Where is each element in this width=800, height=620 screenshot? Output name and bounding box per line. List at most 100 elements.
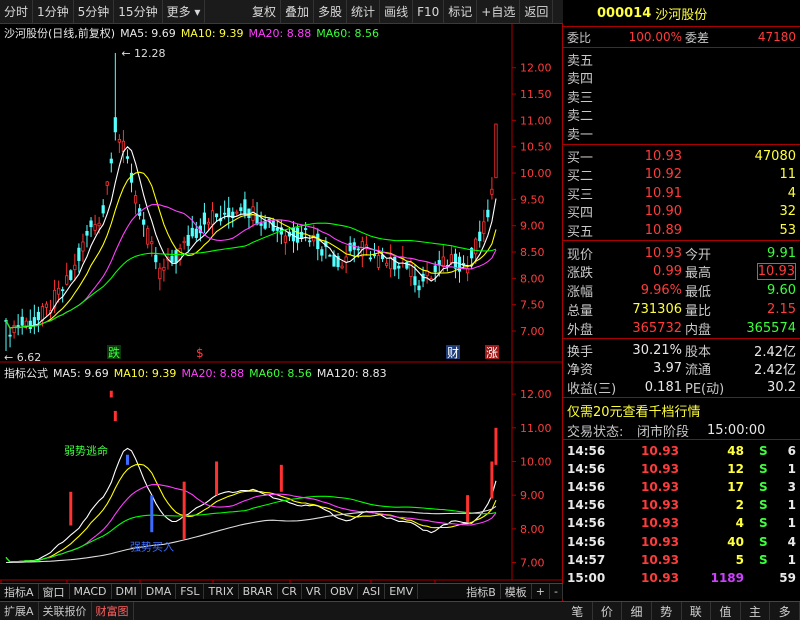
event-marker-3[interactable]: 涨 [486,345,498,360]
candle-body [93,224,97,231]
indicator-tab-3[interactable]: DMI [112,584,142,599]
indicator-tab-2[interactable]: MACD [70,584,112,599]
y-tick-main-0: 12.00 [520,62,552,75]
main-legend: 沙河股份(日线,前复权) MA5: 9.69 MA10: 9.39 MA20: … [4,24,384,42]
candle-body [125,156,130,159]
panel-icon-7[interactable]: 多 [770,602,800,620]
panel-icon-5[interactable]: 值 [711,602,741,620]
chart-area[interactable]: 12.00 11.50 11.00 10.50 10.00 9.50 9.00 8.50 8.0… [0,24,563,602]
event-marker-0[interactable]: 跌 [108,345,120,360]
candle-body [117,138,121,143]
candle-body [57,287,61,295]
indicator-tab-5[interactable]: FSL [176,584,205,599]
panel-icon-4[interactable]: 联 [682,602,712,620]
toolbar-btn-2[interactable]: 5分钟 [74,0,115,23]
candle-body [61,289,65,292]
toolbar-tool-8[interactable]: 返回 [520,0,554,23]
indicator-tab-13[interactable]: 指标B [462,584,501,599]
candle-body [413,276,417,286]
tick-row-0: 14:56 10.93 48 S 6 [567,444,796,458]
indicator-tab-7[interactable]: BRAR [239,584,278,599]
candle-body [109,158,113,164]
toolbar-tool-1[interactable]: 叠加 [281,0,315,23]
candles [4,52,498,352]
y-tick-main-3: 10.50 [520,141,552,154]
indicator-tab-14[interactable]: 模板 [501,584,532,599]
status-left-2[interactable]: 财富图 [92,602,134,620]
tick-row-6: 14:57 10.93 5 S 1 [567,552,796,567]
indicator-tab-4[interactable]: DMA [142,584,177,599]
toolbar-btn-3[interactable]: 15分钟 [114,0,163,23]
y-tick-ind-3: 9.00 [520,489,545,502]
indicator-tab-0[interactable]: 指标A [0,584,39,599]
status-left-0[interactable]: 扩展A [0,602,39,620]
signal-bar [494,427,498,465]
indicator-tab-15[interactable]: + [532,584,551,599]
indicator-tab-8[interactable]: CR [278,584,302,599]
toolbar-tool-6[interactable]: 标记 [444,0,478,23]
candle-body [77,247,81,261]
indicator-title[interactable]: 指标公式 [4,365,48,381]
y-tick-main-10: 7.00 [520,325,545,338]
high-label: ← 12.28 [121,47,165,60]
candle-body [275,227,279,231]
event-marker-2[interactable]: 财 [447,346,459,360]
signal-bar [466,495,470,523]
toolbar-tool-5[interactable]: F10 [413,0,445,23]
panel-icon-6[interactable]: 主 [741,602,771,620]
buy-row-1: 买二 10.92 11 [567,167,796,184]
panel-icon-2[interactable]: 细 [622,602,652,620]
y-tick-main-6: 9.00 [520,220,545,233]
toolbar-btn-1[interactable]: 1分钟 [33,0,74,23]
weibi-row: 委比 100.00% 委差 47180 [567,30,796,45]
signal-bar [125,454,129,465]
candle-body [474,238,478,255]
candle-body [101,205,105,214]
indicator-tab-9[interactable]: VR [302,584,327,599]
candle-body [304,228,308,230]
toolbar-btn-4[interactable]: 更多 ▾ [163,0,206,23]
candle-body [494,123,498,179]
toolbar-tool-2[interactable]: 多股 [314,0,348,23]
kline-chart[interactable]: 12.00 11.50 11.00 10.50 10.00 9.50 9.00 8.50 8.0… [0,24,562,602]
panel-icon-0[interactable]: 笔 [563,602,593,620]
candle-body [259,223,263,226]
candle-body [295,227,300,243]
candle-body [393,256,397,270]
panel-icon-3[interactable]: 势 [652,602,682,620]
candle-body [223,212,227,215]
tick-row-4: 14:56 10.93 4 S 1 [567,516,796,531]
indicator-tab-11[interactable]: ASI [358,584,386,599]
candle-body [243,199,247,214]
candle-body [251,206,255,221]
buy-row-2: 买三 10.91 4 [567,185,796,203]
signal-bar [215,461,219,496]
ind-ma120-label: MA120: 8.83 [316,366,387,380]
y-tick-main-2: 11.00 [520,114,552,127]
toolbar-tool-4[interactable]: 画线 [380,0,414,23]
candle-body [263,220,267,229]
status-left-1[interactable]: 关联报价 [39,602,92,620]
toolbar-tool-3[interactable]: 统计 [347,0,381,23]
indicator-tab-16[interactable]: - [550,584,563,599]
tick-row-1: 14:56 10.93 12 S 1 [567,462,796,477]
indicator-tab-6[interactable]: TRIX [204,584,239,599]
candle-body [85,230,89,236]
annot-bottom: 强势买入 [130,541,174,554]
signal-bar [490,461,494,499]
toolbar-tool-0[interactable]: 复权 [248,0,282,23]
candle-body [186,234,190,246]
event-marker-1[interactable]: $ [196,346,204,360]
indicator-tab-10[interactable]: OBV [326,584,359,599]
panel-icon-1[interactable]: 价 [593,602,623,620]
candle-body [210,210,215,225]
promo-banner[interactable]: 仅需20元查看千档行情 [563,401,800,420]
toolbar-btn-0[interactable]: 分时 [0,0,34,23]
toolbar-tool-7[interactable]: +自选 [477,0,521,23]
candle-body [170,255,174,263]
sell-row-0: 卖五 [567,53,594,69]
indicator-tab-1[interactable]: 窗口 [39,584,70,599]
quote-row-0: 现价 10.93 今开 9.91 [567,245,796,263]
indicator-tab-12[interactable]: EMV [385,584,419,599]
candle-body [8,334,12,337]
